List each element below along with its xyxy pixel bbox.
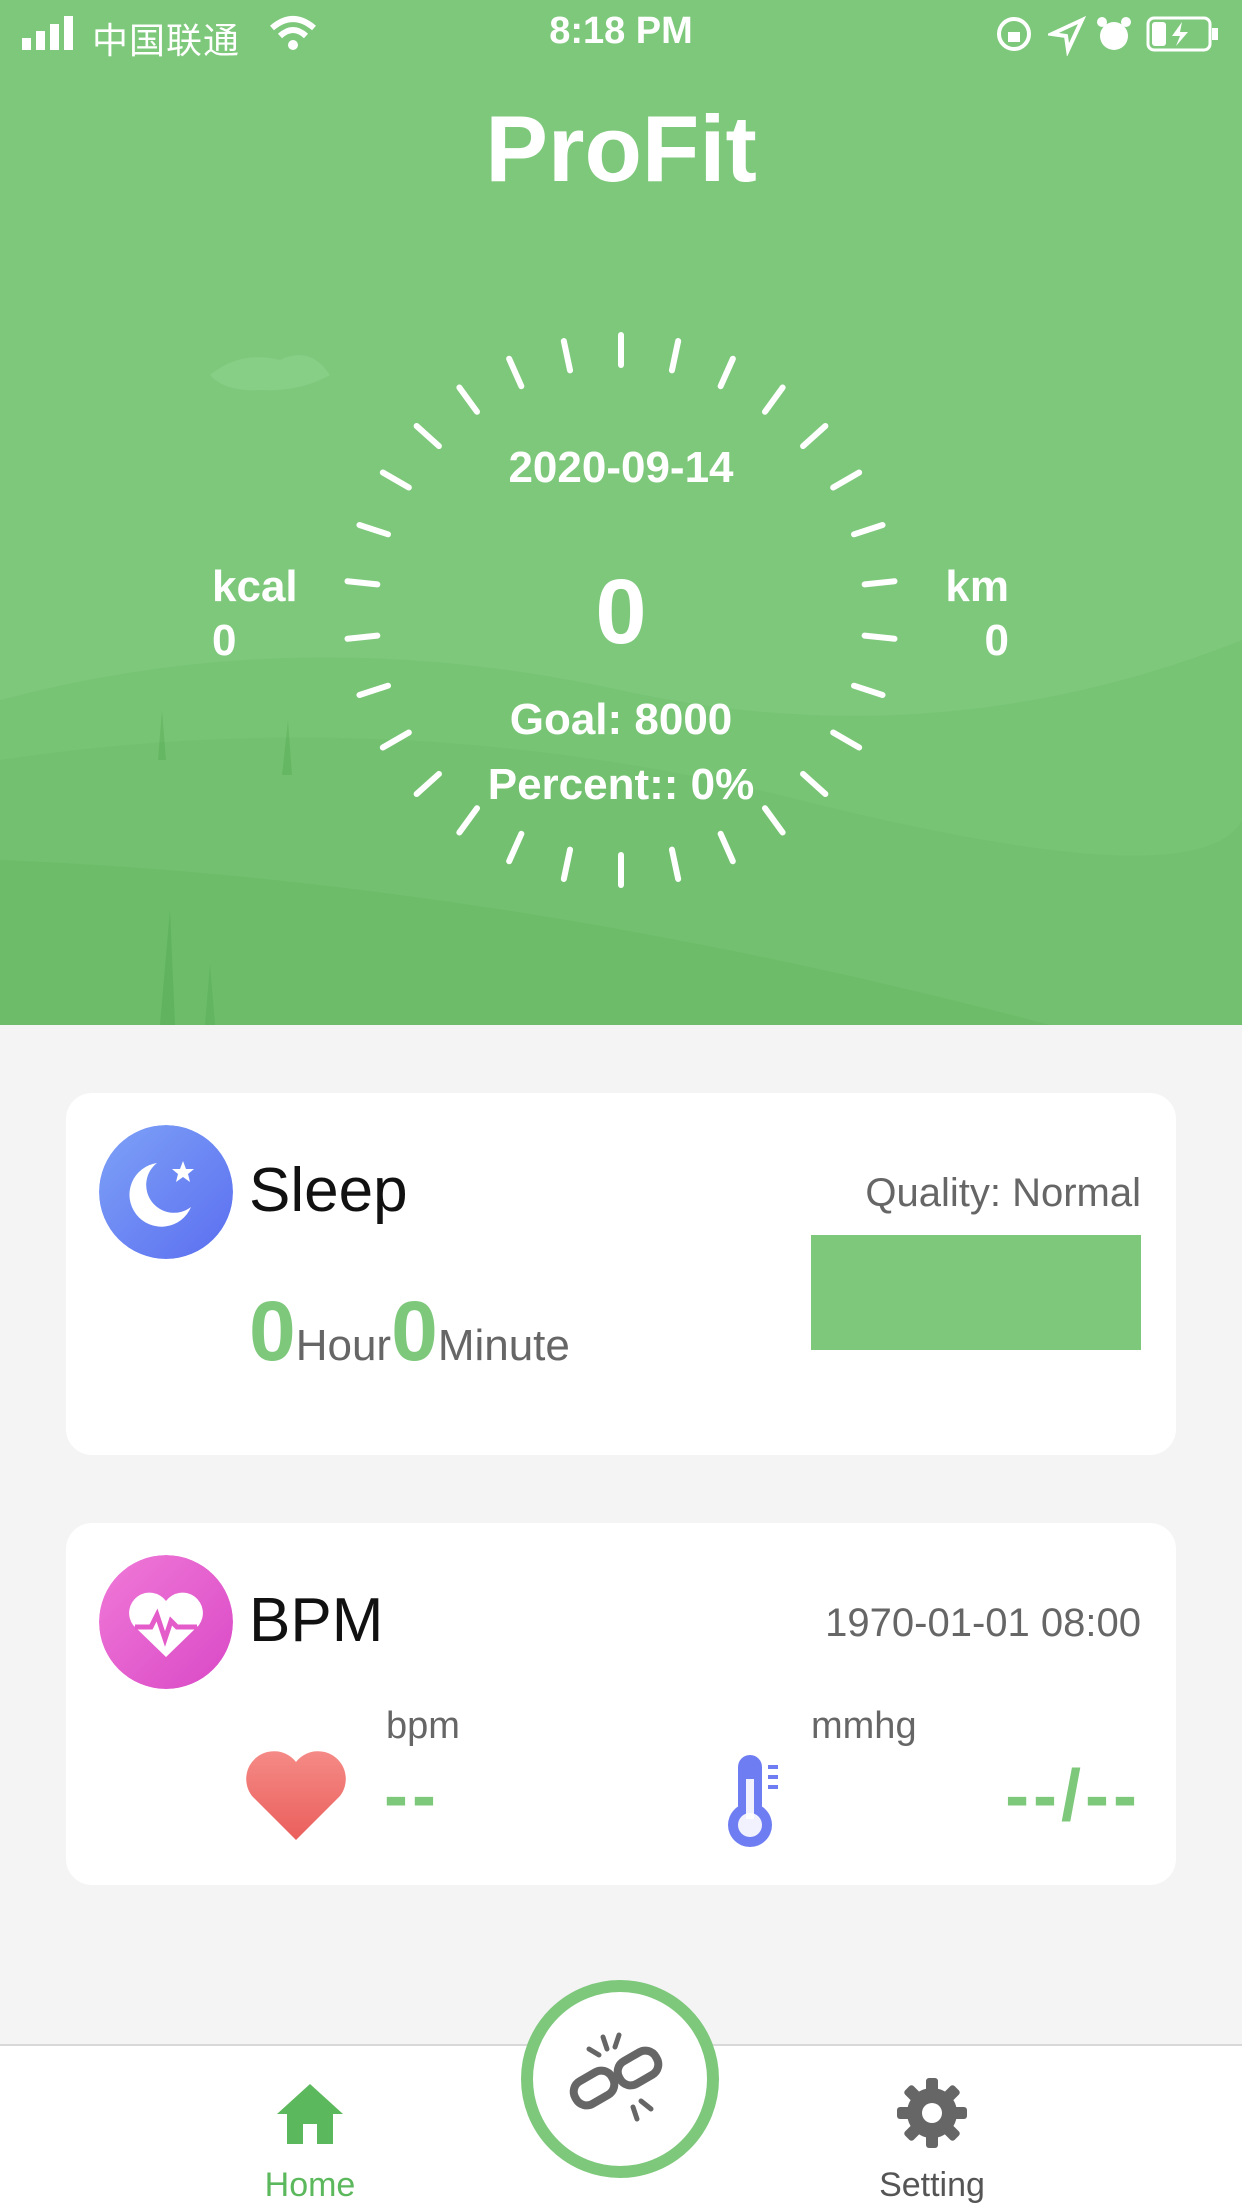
hour-unit: Hour: [295, 1321, 392, 1370]
dial-date: 2020-09-14: [508, 443, 734, 492]
dial-tick: [560, 338, 574, 374]
moon-icon: [99, 1125, 233, 1259]
tab-home[interactable]: Home: [160, 2046, 460, 2210]
dial-tick: [506, 355, 525, 390]
km-stat: km 0: [945, 560, 1009, 668]
gear-icon: [897, 2078, 967, 2148]
heartbeat-icon: [99, 1555, 233, 1689]
goal-percent: Percent:: 0%: [487, 760, 755, 809]
sleep-duration: 0Hour0Minute: [249, 1283, 570, 1380]
tab-home-label: Home: [264, 2166, 356, 2204]
dial-tick: [456, 384, 480, 415]
bpm-value: --: [384, 1756, 440, 1836]
sleep-minutes: 0: [391, 1284, 438, 1378]
dial-tick: [717, 355, 736, 390]
km-label: km: [945, 562, 1009, 611]
dial-tick: [717, 830, 736, 865]
bpm-title: BPM: [249, 1586, 384, 1655]
thermometer-icon: [728, 1755, 778, 1847]
hero-panel: 中国联通 8:18 PM ProFit 2020-09-14 0 Goal: 8…: [0, 0, 1242, 1025]
tab-setting-label: Setting: [879, 2166, 985, 2204]
km-value: 0: [984, 616, 1009, 665]
dial-tick: [560, 846, 574, 882]
minute-unit: Minute: [437, 1321, 570, 1370]
bpm-timestamp: 1970-01-01 08:00: [825, 1601, 1141, 1645]
dial-tick: [356, 682, 391, 698]
pressure-unit-label: mmhg: [811, 1705, 917, 1747]
heart-icon: [246, 1751, 346, 1840]
step-dial: [344, 332, 898, 888]
dial-tick: [851, 682, 886, 698]
sleep-title: Sleep: [249, 1156, 408, 1225]
dial-tick: [851, 522, 886, 538]
dial-tick: [356, 522, 391, 538]
dial-tick: [668, 338, 682, 374]
tab-setting[interactable]: Setting: [782, 2046, 1082, 2210]
bpm-unit-label: bpm: [386, 1705, 460, 1747]
dial-tick: [456, 805, 480, 836]
dial-tick: [668, 846, 682, 882]
kcal-value: 0: [212, 616, 237, 665]
home-icon: [277, 2084, 343, 2144]
dial-tick: [762, 384, 786, 415]
sleep-quality: Quality: Normal: [865, 1171, 1141, 1215]
sleep-hours: 0: [249, 1284, 296, 1378]
connect-button[interactable]: [521, 1980, 719, 2178]
bpm-card[interactable]: BPM 1970-01-01 08:00 bpm mmhg -- --/--: [66, 1523, 1176, 1885]
dial-tick: [762, 805, 786, 836]
sleep-quality-bar: [811, 1235, 1141, 1350]
sleep-card[interactable]: Sleep Quality: Normal 0Hour0Minute: [66, 1093, 1176, 1455]
step-count: 0: [595, 561, 647, 663]
dial-tick: [506, 830, 525, 865]
kcal-label: kcal: [212, 562, 298, 611]
broken-link-icon: [569, 2032, 663, 2122]
pressure-value: --/--: [1005, 1756, 1141, 1836]
kcal-stat: kcal 0: [212, 560, 298, 668]
step-goal: Goal: 8000: [509, 695, 733, 744]
